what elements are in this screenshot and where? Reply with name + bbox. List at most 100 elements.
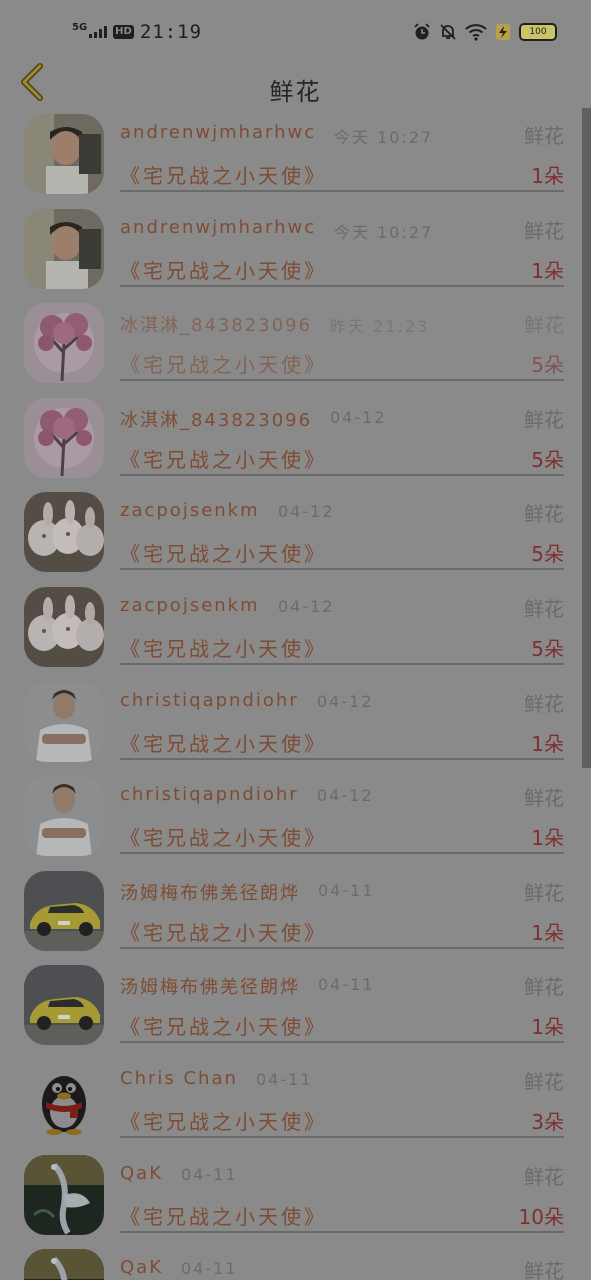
flower-count: 10朵 <box>518 1204 564 1229</box>
avatar[interactable] <box>24 1249 104 1280</box>
book-title: 《宅兄战之小天使》 <box>120 826 327 851</box>
book-title: 《宅兄战之小天使》 <box>120 731 327 756</box>
send-time: 今天 10:27 <box>334 128 434 147</box>
send-time: 04-12 <box>317 786 374 806</box>
list-item[interactable]: 汤姆梅布佛羌径朗烨 04-11 鲜花 《宅兄战之小天使》 1朵 <box>0 959 582 1054</box>
sender-name: 汤姆梅布佛羌径朗烨 <box>120 882 300 904</box>
charging-icon <box>496 24 510 40</box>
status-right: 100 <box>413 20 557 44</box>
sender-name: 汤姆梅布佛羌径朗烨 <box>120 977 300 999</box>
sender-name: QaK <box>120 1162 164 1184</box>
gift-type: 鲜花 <box>524 218 564 243</box>
sender-name: zacpojsenkm <box>120 500 260 522</box>
avatar[interactable] <box>24 776 104 857</box>
list-item[interactable]: zacpojsenkm 04-12 鲜花 《宅兄战之小天使》 5朵 <box>0 581 582 676</box>
list-item[interactable]: zacpojsenkm 04-12 鲜花 《宅兄战之小天使》 5朵 <box>0 486 582 581</box>
gift-type: 鲜花 <box>524 975 564 1000</box>
sender-name: andrenwjmharhwc <box>120 122 317 143</box>
page-title: 鲜花 <box>269 78 322 106</box>
gift-type: 鲜花 <box>524 1164 564 1189</box>
sender-name: 冰淇淋_843823096 <box>120 315 313 337</box>
gift-type: 鲜花 <box>524 880 564 905</box>
divider <box>120 852 564 855</box>
list-item[interactable]: 冰淇淋_843823096 04-12 鲜花 《宅兄战之小天使》 5朵 <box>0 392 582 487</box>
avatar[interactable] <box>24 587 104 667</box>
list-item[interactable]: christiqapndiohr 04-12 鲜花《宅兄战之小天使》 1朵 <box>0 770 582 865</box>
list-item[interactable]: christiqapndiohr 04-12 鲜花 《宅兄战之小天使》 1朵 <box>0 676 582 771</box>
top-bar: 鲜花 <box>0 56 591 108</box>
avatar[interactable] <box>24 303 104 384</box>
signal-icon <box>89 26 108 38</box>
send-time: 04-11 <box>318 880 375 900</box>
send-time: 04-11 <box>181 1164 238 1184</box>
divider <box>120 1136 564 1138</box>
avatar[interactable] <box>24 492 104 573</box>
gift-type: 鲜花 <box>524 407 564 432</box>
book-title: 《宅兄战之小天使》 <box>120 1204 327 1229</box>
list-item[interactable]: andrenwjmharhwc 今天 10:27 鲜花 《宅兄战之小天使》 1朵 <box>0 108 582 203</box>
book-title: 《宅兄战之小天使》 <box>120 164 327 188</box>
list-item[interactable]: andrenwjmharhwc 今天 10:27 鲜花《宅兄战之小天使》 1朵 <box>0 203 582 298</box>
avatar[interactable] <box>24 1060 104 1140</box>
flower-count: 1朵 <box>531 920 564 945</box>
gift-type: 鲜花 <box>524 691 564 716</box>
status-bar: 5G HD 21:19 100 <box>0 0 591 56</box>
divider <box>120 473 564 476</box>
divider <box>120 190 564 192</box>
mute-icon <box>440 24 456 40</box>
send-time: 04-12 <box>317 691 374 711</box>
sender-name: christiqapndiohr <box>120 784 299 806</box>
gift-type: 鲜花 <box>524 597 564 621</box>
send-time: 04-12 <box>278 502 335 522</box>
list-item[interactable]: 汤姆梅布佛羌径朗烨 04-11 鲜花《宅兄战之小天使》 1朵 <box>0 865 582 960</box>
list-item[interactable]: QaK 04-11 鲜花《宅兄战之小天使》 10朵 <box>0 1149 582 1244</box>
divider <box>120 379 564 382</box>
avatar[interactable] <box>24 397 104 478</box>
flower-count: 1朵 <box>531 164 564 188</box>
avatar[interactable] <box>24 114 104 194</box>
divider <box>120 663 564 665</box>
network-type: 5G <box>72 21 88 33</box>
send-time: 04-12 <box>278 597 335 616</box>
gift-type: 鲜花 <box>524 1259 564 1280</box>
sender-name: Chris Chan <box>120 1068 238 1089</box>
avatar[interactable] <box>24 965 104 1046</box>
book-title: 《宅兄战之小天使》 <box>120 637 327 661</box>
avatar[interactable] <box>24 1154 104 1235</box>
gift-type: 鲜花 <box>524 502 564 527</box>
battery-icon: 100 <box>519 23 557 41</box>
divider <box>120 946 564 949</box>
flower-count: 1朵 <box>531 826 564 851</box>
flower-count: 5朵 <box>531 637 564 661</box>
divider <box>120 757 564 760</box>
flower-count: 5朵 <box>531 542 564 567</box>
book-title: 《宅兄战之小天使》 <box>120 447 327 472</box>
status-left: 5G HD 21:19 <box>72 20 202 44</box>
sender-name: christiqapndiohr <box>120 689 299 711</box>
divider <box>120 1041 564 1044</box>
list-item[interactable]: 冰淇淋_843823096 昨天 21:23 鲜花 《宅兄战之小天使》 5朵 <box>0 297 582 392</box>
list-item[interactable]: Chris Chan 04-11 鲜花 《宅兄战之小天使》 3朵 <box>0 1054 582 1149</box>
gift-type: 鲜花 <box>524 1070 564 1094</box>
flower-count: 1朵 <box>531 258 564 283</box>
list-item[interactable]: QaK04-11鲜花《宅兄战之小天使》 <box>0 1243 582 1280</box>
send-time: 04-12 <box>330 407 387 427</box>
sender-name: andrenwjmharhwc <box>120 216 317 238</box>
send-time: 04-11 <box>256 1070 313 1089</box>
send-time: 今天 10:27 <box>334 222 434 242</box>
book-title: 《宅兄战之小天使》 <box>120 258 327 283</box>
clock: 21:19 <box>139 21 203 43</box>
book-title: 《宅兄战之小天使》 <box>120 353 327 378</box>
alarm-icon <box>414 23 430 40</box>
scrollbar[interactable] <box>582 108 591 768</box>
avatar[interactable] <box>24 681 104 762</box>
wifi-icon <box>465 24 487 41</box>
avatar[interactable] <box>24 870 104 951</box>
flower-count: 5朵 <box>531 353 564 378</box>
flower-count: 5朵 <box>531 447 564 472</box>
send-time: 04-11 <box>318 975 375 995</box>
gift-type: 鲜花 <box>524 786 564 811</box>
avatar[interactable] <box>24 208 104 289</box>
book-title: 《宅兄战之小天使》 <box>120 1015 327 1040</box>
book-title: 《宅兄战之小天使》 <box>120 920 327 945</box>
